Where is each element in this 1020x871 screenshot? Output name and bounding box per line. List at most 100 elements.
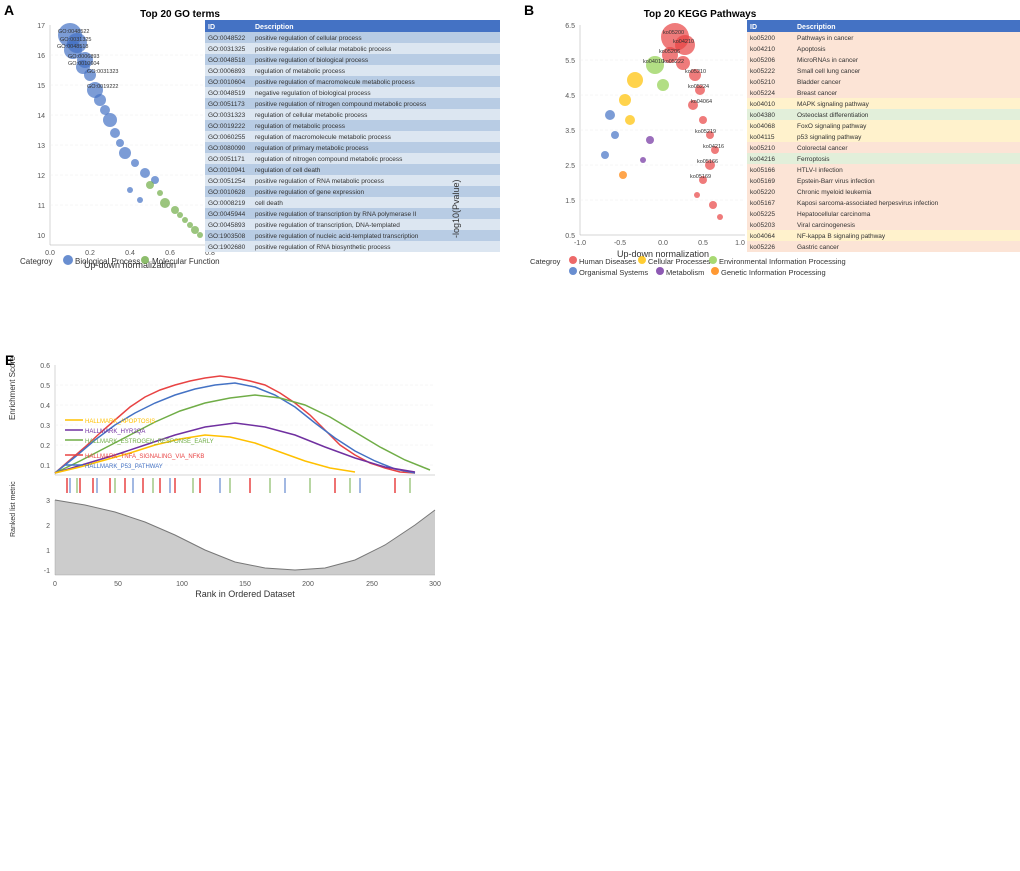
svg-text:positive regulation of cellula: positive regulation of cellular metaboli… [255,46,392,53]
svg-text:ID: ID [208,24,215,31]
svg-text:GO:0051254: GO:0051254 [208,178,246,185]
svg-text:0.6: 0.6 [40,363,50,370]
svg-text:100: 100 [176,581,188,588]
svg-text:16: 16 [37,53,45,60]
svg-text:ko04068: ko04068 [750,123,775,130]
svg-text:Ranked list metric: Ranked list metric [10,481,17,537]
svg-text:regulation of primary metaboli: regulation of primary metabolic process [255,145,369,152]
svg-text:ko05220: ko05220 [750,189,775,196]
svg-text:GO:0010941: GO:0010941 [208,167,246,174]
svg-text:positive regulation of nitroge: positive regulation of nitrogen compound… [255,101,427,108]
svg-text:0.0: 0.0 [45,250,55,257]
svg-text:3: 3 [46,498,50,505]
svg-text:Breast cancer: Breast cancer [797,90,838,97]
svg-text:ko05167: ko05167 [750,200,775,207]
svg-text:ko05222: ko05222 [663,59,684,65]
svg-text:ko04115: ko04115 [750,134,775,141]
svg-text:ko05210: ko05210 [685,69,706,75]
svg-text:250: 250 [366,581,378,588]
svg-text:negative regulation of biologi: negative regulation of biological proces… [255,90,371,97]
svg-text:ko05200: ko05200 [663,30,684,36]
svg-text:0.5: 0.5 [698,240,708,247]
svg-text:NF-kappa B signaling pathway: NF-kappa B signaling pathway [797,233,886,240]
svg-text:2: 2 [46,523,50,530]
svg-text:Chronic myeloid leukemia: Chronic myeloid leukemia [797,189,872,196]
svg-text:150: 150 [239,581,251,588]
panel-a: A Top 20 GO terms [0,0,520,288]
svg-text:0.6: 0.6 [165,250,175,257]
svg-text:p53 signaling pathway: p53 signaling pathway [797,134,862,141]
svg-text:15: 15 [37,83,45,90]
svg-text:GO:0031323: GO:0031323 [208,112,246,119]
svg-text:ko04064: ko04064 [691,99,712,105]
svg-text:6.5: 6.5 [565,23,575,30]
svg-text:Epstein-Barr virus infection: Epstein-Barr virus infection [797,178,875,185]
panel-b-legend2: Organismal Systems Metabolism Genetic In… [569,267,826,277]
svg-text:positive regulation of transcr: positive regulation of transcription by … [255,211,417,218]
svg-text:-1: -1 [44,568,50,575]
svg-text:2.5: 2.5 [565,163,575,170]
svg-text:cell death: cell death [255,200,283,207]
svg-text:ko05206: ko05206 [659,49,680,55]
svg-text:200: 200 [302,581,314,588]
svg-text:ko05219: ko05219 [695,129,716,135]
svg-text:Osteoclast differentiation: Osteoclast differentiation [797,112,869,119]
svg-text:GO:0045893: GO:0045893 [208,222,246,229]
panel-a-legend: Categroy Biological Process Molecular Fu… [20,255,220,266]
bottom-row: E 0.6 0.5 0.4 0.3 0.2 0 [0,350,1020,591]
svg-text:GO:0048518: GO:0048518 [57,44,89,50]
svg-text:-0.5: -0.5 [614,240,626,247]
svg-text:Metabolism: Metabolism [666,268,704,277]
svg-text:300: 300 [429,581,441,588]
svg-text:1.5: 1.5 [565,198,575,205]
svg-text:Colorectal cancer: Colorectal cancer [797,145,848,152]
svg-text:Ferroptosis: Ferroptosis [797,156,830,163]
svg-text:Rank in Ordered Dataset: Rank in Ordered Dataset [195,589,295,599]
svg-text:GO:0051173: GO:0051173 [208,101,245,108]
svg-text:17: 17 [37,23,45,30]
panel-b-legend: Categroy Human Diseases Cellular Process… [530,256,846,266]
svg-text:Pathways in cancer: Pathways in cancer [797,35,854,42]
svg-text:0.0: 0.0 [658,240,668,247]
svg-text:positive regulation of RNA bio: positive regulation of RNA biosynthetic … [255,244,391,251]
svg-text:GO:0031325: GO:0031325 [60,37,92,43]
svg-text:regulation of metabolic proces: regulation of metabolic process [255,68,346,75]
svg-text:GO:0051171: GO:0051171 [208,156,245,163]
svg-text:Apoptosis: Apoptosis [797,46,826,53]
svg-text:Human Diseases: Human Diseases [579,257,636,266]
svg-text:10: 10 [37,233,45,240]
svg-text:ko04216: ko04216 [750,156,775,163]
svg-text:positive regulation of transcr: positive regulation of transcription, DN… [255,222,400,229]
svg-text:regulation of macromolecule me: regulation of macromolecule metabolic pr… [255,134,392,141]
svg-text:ko04216: ko04216 [703,144,724,150]
svg-text:regulation of nitrogen compoun: regulation of nitrogen compound metaboli… [255,156,403,163]
panel-b-label: B [524,2,534,18]
svg-text:positive regulation of gene ex: positive regulation of gene expression [255,189,365,196]
svg-text:HALLMARK_P53_PATHWAY: HALLMARK_P53_PATHWAY [85,464,163,470]
svg-text:GO:0048519: GO:0048519 [208,90,246,97]
svg-text:Gastric cancer: Gastric cancer [797,244,840,251]
svg-text:ko04210: ko04210 [750,46,775,53]
panel-a-title: Top 20 GO terms [140,9,220,20]
svg-text:FoxO signaling pathway: FoxO signaling pathway [797,123,867,130]
svg-text:5.5: 5.5 [565,58,575,65]
svg-text:ko04064: ko04064 [750,233,775,240]
svg-text:Environmental Information Proc: Environmental Information Processing [719,257,846,266]
panel-b-svg: Top 20 KEGG Pathways 6.5 [525,5,1020,280]
svg-text:ko05226: ko05226 [750,244,775,251]
svg-text:GO:0019222: GO:0019222 [87,84,119,90]
svg-text:GO:0006893: GO:0006893 [68,54,100,60]
svg-text:Enrichment Score: Enrichment Score [8,356,17,420]
svg-text:ko05166: ko05166 [697,159,718,165]
svg-text:GO:0031325: GO:0031325 [208,46,246,53]
svg-text:ko05224: ko05224 [688,84,709,90]
svg-text:-log10(Pvalue): -log10(Pvalue) [451,179,461,238]
panel-a-label: A [4,2,14,18]
svg-text:0.5: 0.5 [565,233,575,240]
svg-text:1: 1 [46,548,50,555]
svg-text:1.0: 1.0 [735,240,745,247]
svg-text:0.1: 0.1 [40,463,50,470]
svg-text:GO:1903508: GO:1903508 [208,233,246,240]
panel-b-table: ID Description ko05200 Pathways in cance… [747,20,1020,252]
svg-text:ko05224: ko05224 [750,90,775,97]
